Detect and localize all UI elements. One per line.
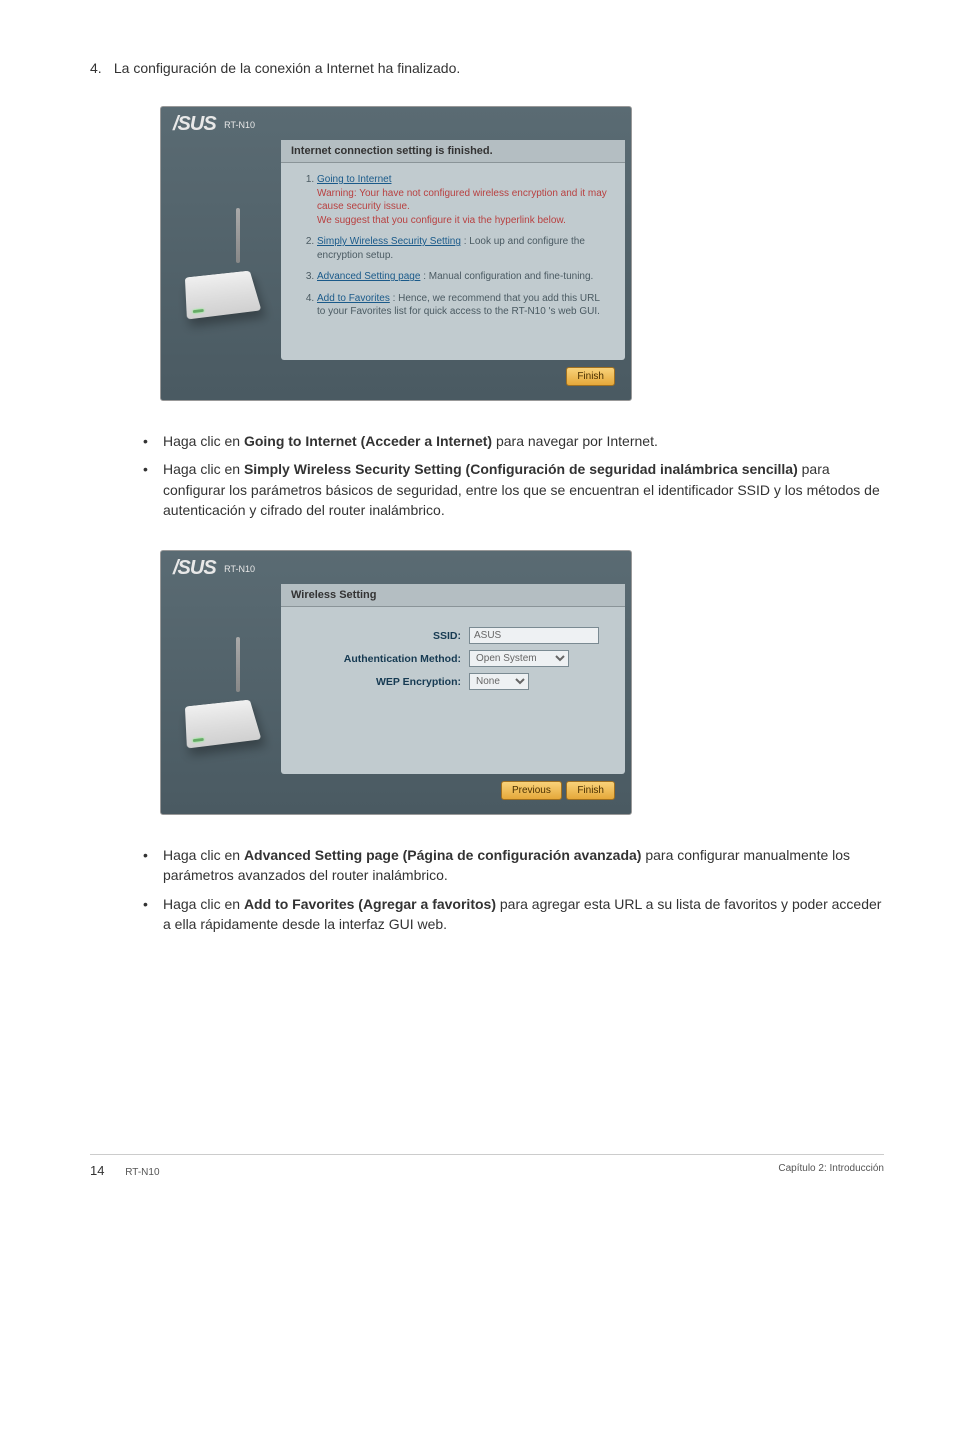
ssid-label: SSID:: [296, 630, 469, 642]
bullet-bold: Going to Internet (Acceder a Internet): [244, 433, 492, 449]
step-number: 4.: [90, 60, 110, 76]
list-item: Add to Favorites : Hence, we recommend t…: [317, 292, 610, 319]
going-to-internet-link[interactable]: Going to Internet: [317, 174, 392, 185]
screenshot-1: /SUS RT-N10 Internet connection setting …: [160, 106, 884, 401]
advanced-setting-link[interactable]: Advanced Setting page: [317, 271, 420, 282]
list-item: Advanced Setting page : Manual configura…: [317, 270, 610, 284]
warning-text: We suggest that you configure it via the…: [317, 214, 610, 228]
bullet-pre: Haga clic en: [163, 847, 244, 863]
ssid-input[interactable]: [469, 627, 599, 644]
bullet-item: Haga clic en Going to Internet (Acceder …: [135, 431, 884, 451]
brand-logo: /SUS: [173, 557, 216, 580]
brand-logo: /SUS: [173, 113, 216, 136]
footer-right: Capítulo 2: Introducción: [778, 1163, 884, 1178]
bullet-bold: Advanced Setting page (Página de configu…: [244, 847, 642, 863]
panel-logo: /SUS RT-N10: [161, 551, 631, 584]
content-box-1: Internet connection setting is finished.…: [281, 140, 625, 360]
device-image-area: [161, 584, 281, 814]
content-box-2: Wireless Setting SSID: Authentication Me…: [281, 584, 625, 774]
bullet-list-a: Haga clic en Going to Internet (Acceder …: [135, 431, 884, 520]
wireless-form: SSID: Authentication Method: Open System: [281, 607, 625, 736]
wireless-security-link[interactable]: Simply Wireless Security Setting: [317, 236, 461, 247]
button-row: Previous Finish: [281, 774, 625, 808]
tab-header-1: Internet connection setting is finished.: [281, 140, 625, 163]
model-label: RT-N10: [224, 120, 255, 130]
page-number: 14: [90, 1163, 104, 1178]
bullet-item: Haga clic en Advanced Setting page (Pági…: [135, 845, 884, 886]
router-panel-2: /SUS RT-N10 Wireless Setting SSID:: [160, 550, 632, 815]
bullet-pre: Haga clic en: [163, 433, 244, 449]
bullet-pre: Haga clic en: [163, 896, 244, 912]
bullet-list-b: Haga clic en Advanced Setting page (Pági…: [135, 845, 884, 934]
model-label: RT-N10: [224, 564, 255, 574]
bullet-bold: Simply Wireless Security Setting (Config…: [244, 461, 798, 477]
tab-header-2: Wireless Setting: [281, 584, 625, 607]
product-name: RT-N10: [125, 1167, 159, 1178]
previous-button[interactable]: Previous: [501, 781, 562, 800]
warning-text: Warning: Your have not configured wirele…: [317, 187, 610, 214]
auth-method-label: Authentication Method:: [296, 653, 469, 665]
list-item: Going to Internet Warning: Your have not…: [317, 173, 610, 227]
router-panel-1: /SUS RT-N10 Internet connection setting …: [160, 106, 632, 401]
step-text: La configuración de la conexión a Intern…: [114, 60, 460, 76]
footer-left: 14 RT-N10: [90, 1163, 160, 1178]
wep-label: WEP Encryption:: [296, 676, 469, 688]
finish-button[interactable]: Finish: [566, 781, 615, 800]
button-row: Finish: [281, 360, 625, 394]
finish-links-list: Going to Internet Warning: Your have not…: [281, 163, 625, 342]
step-line: 4. La configuración de la conexión a Int…: [90, 60, 884, 76]
router-icon: [176, 637, 266, 757]
add-to-favorites-link[interactable]: Add to Favorites: [317, 293, 390, 304]
bullet-bold: Add to Favorites (Agregar a favoritos): [244, 896, 496, 912]
list-item: Simply Wireless Security Setting : Look …: [317, 235, 610, 262]
finish-button[interactable]: Finish: [566, 367, 615, 386]
wep-select[interactable]: None: [469, 673, 529, 690]
router-icon: [176, 208, 266, 328]
device-image-area: [161, 140, 281, 400]
bullet-post: para navegar por Internet.: [492, 433, 658, 449]
bullet-item: Haga clic en Simply Wireless Security Se…: [135, 459, 884, 520]
panel-logo: /SUS RT-N10: [161, 107, 631, 140]
list-item-tail: : Manual configuration and fine-tuning.: [420, 271, 593, 282]
screenshot-2: /SUS RT-N10 Wireless Setting SSID:: [160, 550, 884, 815]
auth-method-select[interactable]: Open System: [469, 650, 569, 667]
page-footer: 14 RT-N10 Capítulo 2: Introducción: [90, 1154, 884, 1178]
bullet-pre: Haga clic en: [163, 461, 244, 477]
bullet-item: Haga clic en Add to Favorites (Agregar a…: [135, 894, 884, 935]
